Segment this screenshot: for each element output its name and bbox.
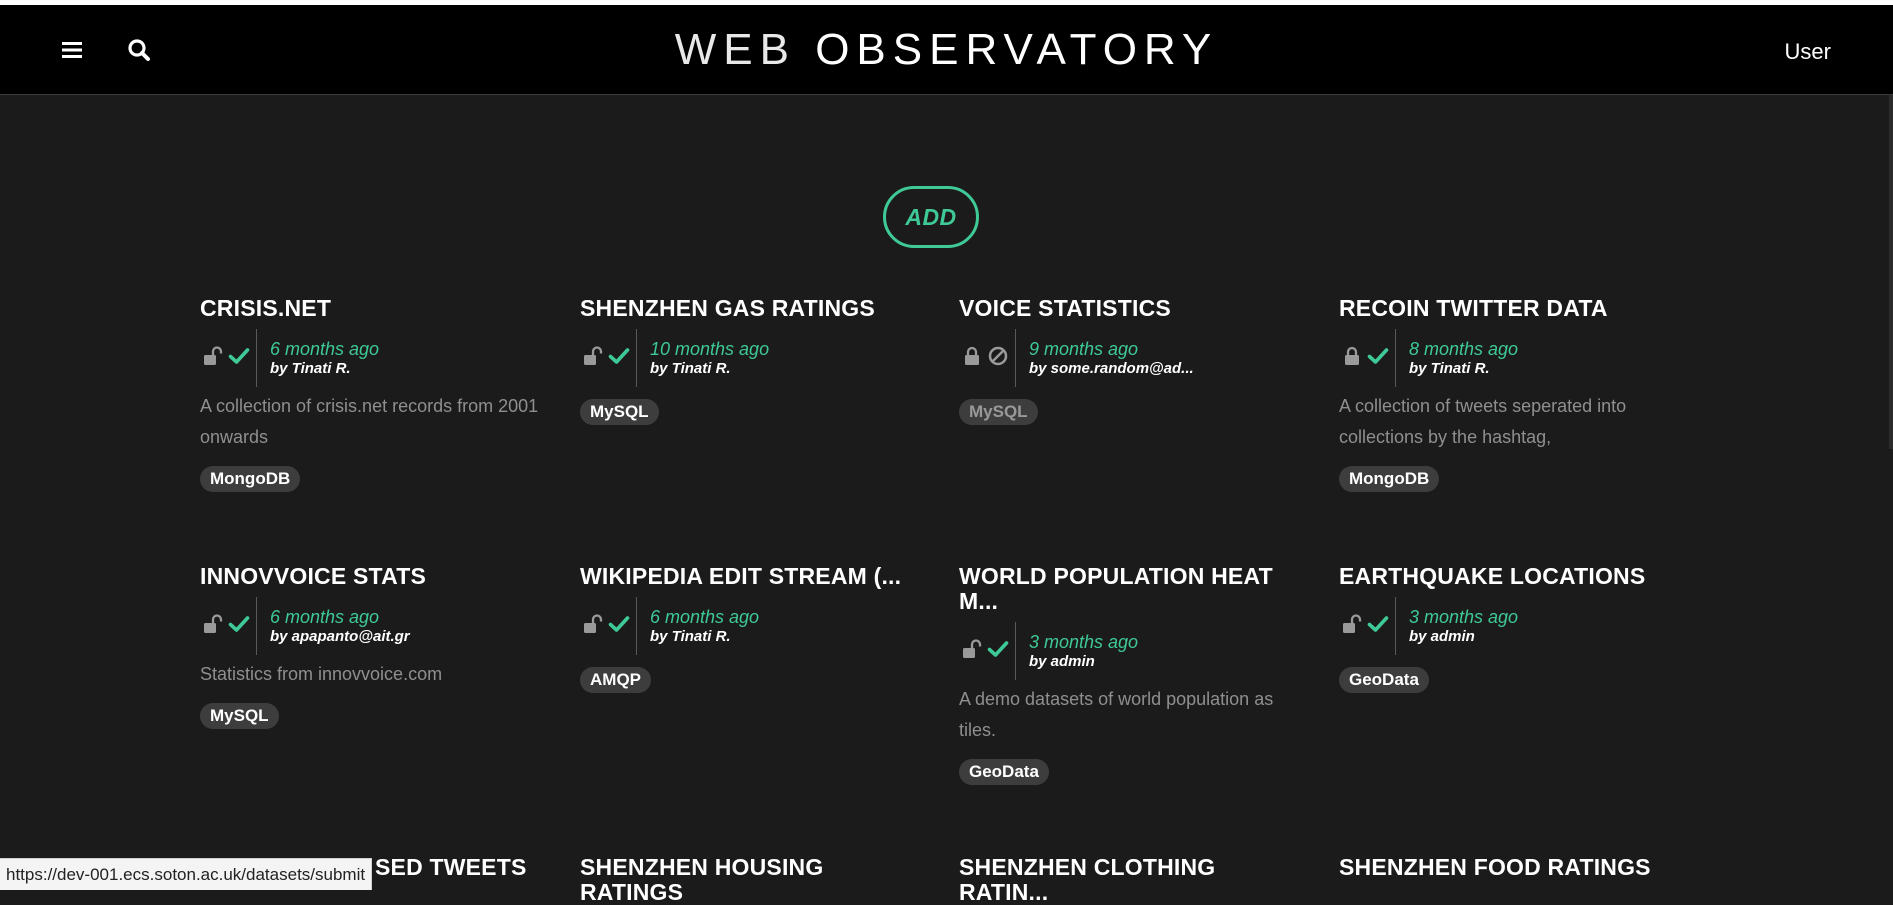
dataset-status-icons [959,330,1015,386]
dataset-description: A collection of tweets seperated into co… [1339,396,1627,447]
dataset-card: SHENZHEN HOUSING RATINGS [580,855,920,905]
dataset-meta: 6 months ago by Tinati R. [580,597,920,655]
lock-icon [961,345,983,372]
dataset-tag[interactable]: GeoData [1339,667,1429,693]
dataset-title[interactable]: SHENZHEN CLOTHING RATIN... [959,855,1299,905]
dataset-tag[interactable]: GeoData [959,759,1049,785]
dataset-time: 6 months ago [270,339,380,359]
dataset-author[interactable]: by some.random@ad... [1029,360,1194,378]
dataset-title[interactable]: SHENZHEN FOOD RATINGS [1339,855,1679,880]
dataset-tag[interactable]: MySQL [200,703,279,729]
ban-icon [987,345,1009,372]
check-icon [1367,345,1389,372]
dataset-card: WORLD POPULATION HEAT M... 3 months ago … [959,564,1299,785]
dataset-status-icons [200,598,256,654]
dataset-title[interactable]: WIKIPEDIA EDIT STREAM (... [580,564,920,589]
unlock-icon [582,345,604,372]
dataset-author[interactable]: by Tinati R. [1409,360,1518,378]
dataset-meta: 8 months ago by Tinati R. [1339,329,1679,387]
dataset-title[interactable]: EARTHQUAKE LOCATIONS [1339,564,1679,589]
unlock-icon [202,345,224,372]
dataset-meta: 10 months ago by Tinati R. [580,329,920,387]
dataset-title[interactable]: WORLD POPULATION HEAT M... [959,564,1299,614]
dataset-author[interactable]: by admin [1409,628,1518,646]
meta-divider [1015,329,1016,387]
dataset-meta: 6 months ago by apapanto@ait.gr [200,597,540,655]
dataset-time: 6 months ago [650,607,760,627]
dataset-card: VOICE STATISTICS 9 months ago by some.ra… [959,296,1299,425]
dataset-meta: 9 months ago by some.random@ad... [959,329,1299,387]
dataset-meta: 6 months ago by Tinati R. [200,329,540,387]
meta-divider [636,597,637,655]
add-dataset-button[interactable]: ADD [883,186,979,248]
site-title-bold: OBSERVATORY [815,25,1219,74]
meta-divider [256,597,257,655]
check-icon [1367,613,1389,640]
dataset-description: A collection of crisis.net records from … [200,396,539,447]
dataset-time: 9 months ago [1029,339,1139,359]
check-icon [608,345,630,372]
scrollbar[interactable] [1889,95,1893,449]
dataset-tag[interactable]: AMQP [580,667,651,693]
dataset-title[interactable]: SHENZHEN GAS RATINGS [580,296,920,321]
dataset-status-icons [200,330,256,386]
dataset-card: SHENZHEN GAS RATINGS 10 months ago by Ti… [580,296,920,425]
meta-divider [1395,597,1396,655]
dataset-title[interactable]: SHENZHEN HOUSING RATINGS [580,855,920,905]
meta-divider [1395,329,1396,387]
dataset-title[interactable]: INNOVVOICE STATS [200,564,540,589]
navbar: WEB OBSERVATORY User [0,5,1893,95]
check-icon [228,613,250,640]
dataset-time: 6 months ago [270,607,380,627]
dataset-card: WIKIPEDIA EDIT STREAM (... 6 months ago … [580,564,920,693]
site-title-thin: WEB [674,25,796,74]
dataset-title[interactable]: RECOIN TWITTER DATA [1339,296,1679,321]
dataset-card: SHENZHEN FOOD RATINGS [1339,855,1679,880]
user-menu-link[interactable]: User [1785,39,1831,65]
dataset-tag[interactable]: MySQL [580,399,659,425]
dataset-card: CRISIS.NET 6 months ago by Tinati R. A c… [200,296,540,492]
dataset-card: SHENZHEN CLOTHING RATIN... [959,855,1299,905]
dataset-description: A demo datasets of world population as t… [959,689,1274,740]
dataset-title[interactable]: VOICE STATISTICS [959,296,1299,321]
site-title[interactable]: WEB OBSERVATORY [0,25,1893,75]
dataset-card: INNOVVOICE STATS 6 months ago by apapant… [200,564,540,729]
check-icon [228,345,250,372]
dataset-author[interactable]: by Tinati R. [270,360,379,378]
meta-divider [1015,622,1016,680]
dataset-time: 3 months ago [1029,632,1139,652]
dataset-meta: 3 months ago by admin [1339,597,1679,655]
dataset-time: 10 months ago [650,339,770,359]
dataset-status-icons [959,623,1015,679]
unlock-icon [202,613,224,640]
unlock-icon [961,638,983,665]
dataset-tag[interactable]: MySQL [959,399,1038,425]
check-icon [987,638,1009,665]
dataset-author[interactable]: by Tinati R. [650,360,769,378]
dataset-card: EARTHQUAKE LOCATIONS 3 months ago by adm… [1339,564,1679,693]
meta-divider [256,329,257,387]
link-status-bar: https://dev-001.ecs.soton.ac.uk/datasets… [0,858,373,890]
dataset-tag[interactable]: MongoDB [200,466,301,492]
dataset-status-icons [1339,330,1395,386]
dataset-author[interactable]: by admin [1029,653,1138,671]
unlock-icon [582,613,604,640]
unlock-icon [1341,613,1363,640]
dataset-card: RECOIN TWITTER DATA 8 months ago by Tina… [1339,296,1679,492]
dataset-status-icons [580,330,636,386]
dataset-meta: 3 months ago by admin [959,622,1299,680]
dataset-title[interactable]: CRISIS.NET [200,296,540,321]
check-icon [608,613,630,640]
dataset-description: Statistics from innovvoice.com [200,664,443,684]
meta-divider [636,329,637,387]
dataset-time: 8 months ago [1409,339,1519,359]
dataset-time: 3 months ago [1409,607,1519,627]
dataset-author[interactable]: by apapanto@ait.gr [270,628,410,646]
lock-icon [1341,345,1363,372]
dataset-status-icons [580,598,636,654]
dataset-tag[interactable]: MongoDB [1339,466,1440,492]
dataset-author[interactable]: by Tinati R. [650,628,759,646]
dataset-status-icons [1339,598,1395,654]
